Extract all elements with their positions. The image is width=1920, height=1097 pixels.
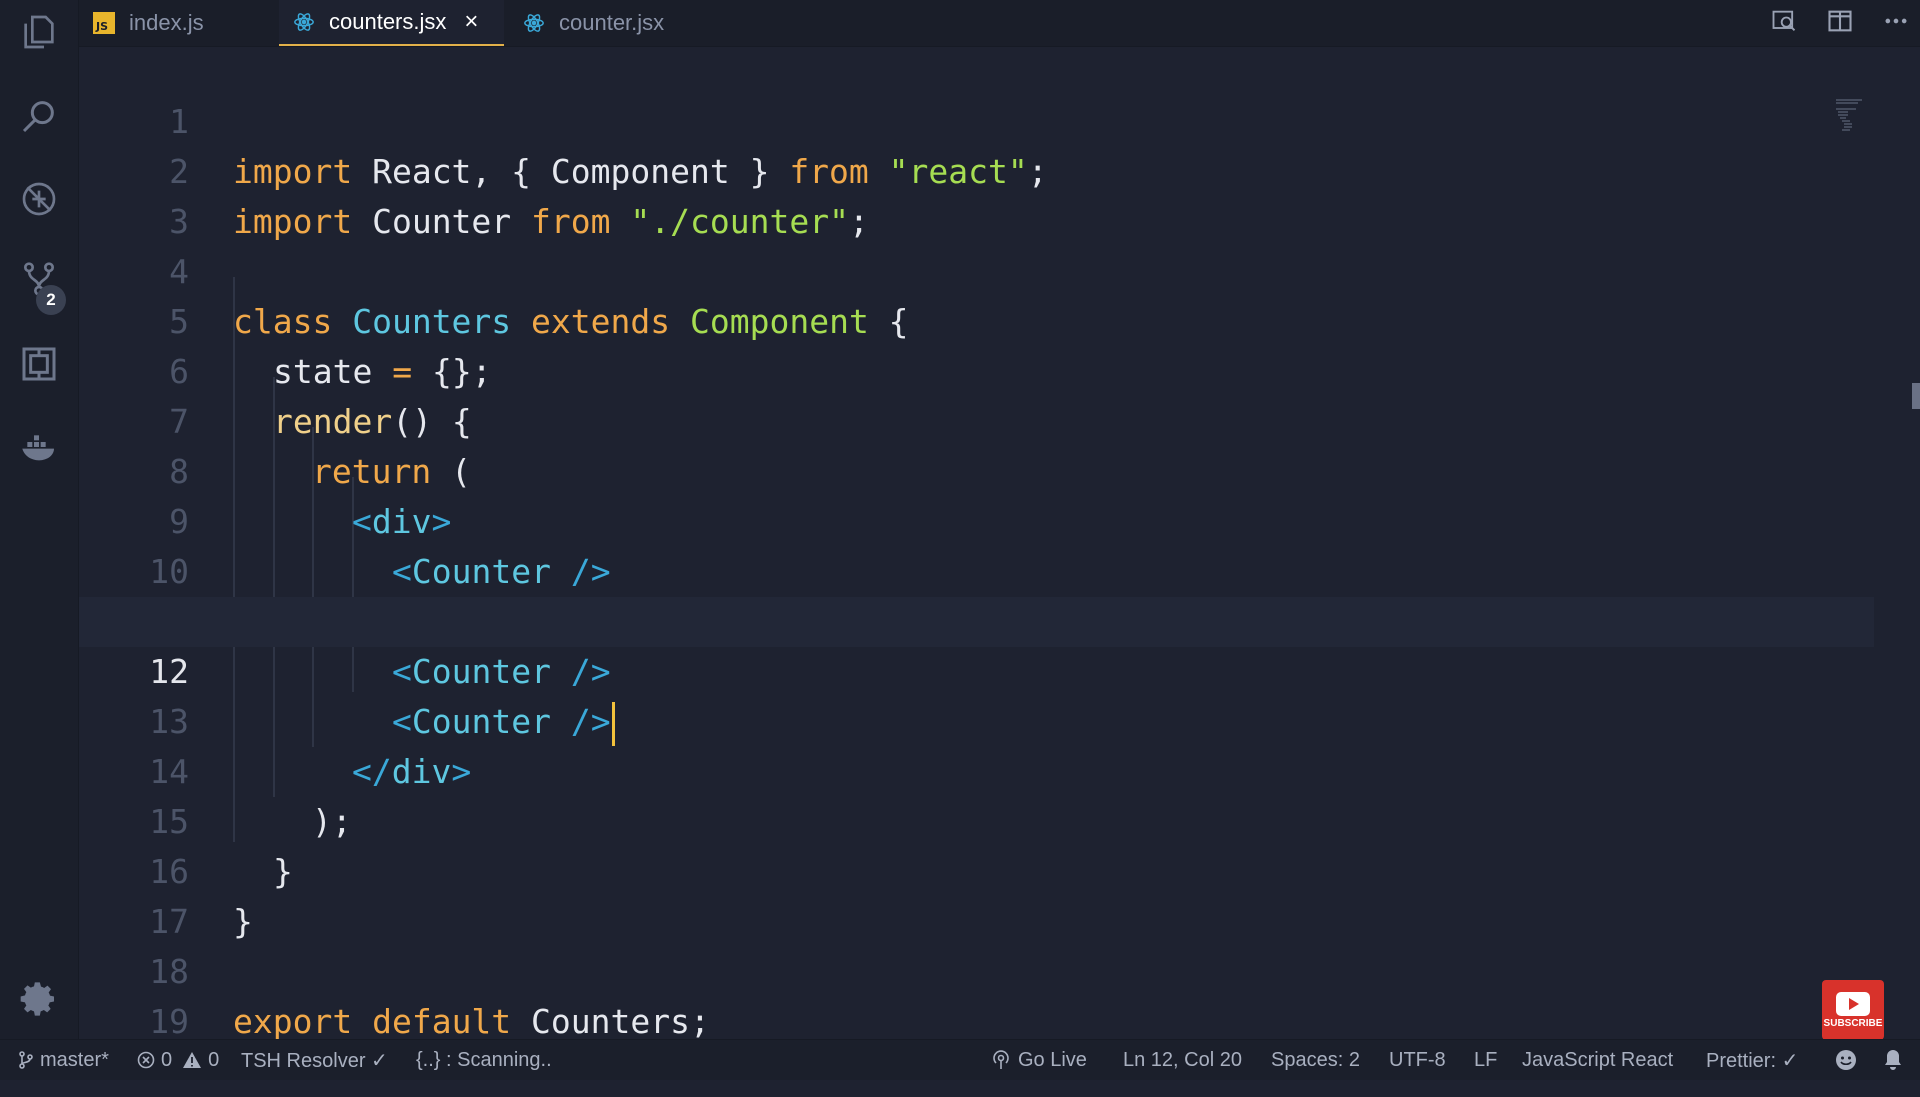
- status-bar: master* 0 0 TSH Resolver ✓ {..} : Scanni…: [0, 1039, 1920, 1080]
- search-icon[interactable]: [15, 92, 63, 140]
- tab-counters-jsx[interactable]: counters.jsx ×: [279, 0, 504, 46]
- feedback-smiley-icon[interactable]: [1834, 1040, 1864, 1080]
- subscribe-badge[interactable]: SUBSCRIBE: [1822, 980, 1884, 1040]
- indentation[interactable]: Spaces: 2: [1271, 1040, 1360, 1080]
- source-control-badge: 2: [36, 285, 66, 315]
- activity-bar: 2: [0, 0, 79, 1040]
- react-file-icon: [293, 11, 315, 33]
- tab-label: counters.jsx: [329, 9, 447, 34]
- open-preview-icon[interactable]: [1770, 7, 1798, 40]
- language-mode[interactable]: JavaScript React: [1522, 1040, 1673, 1080]
- prettier-status[interactable]: Prettier: ✓: [1706, 1040, 1798, 1080]
- current-line: 12 <Counter />: [79, 597, 1874, 746]
- code-line: 9 <Counter />: [79, 447, 1874, 591]
- more-actions-icon[interactable]: [1882, 7, 1910, 40]
- code-line: 10 <Counter />: [79, 497, 1874, 641]
- code-line: 15 }: [79, 747, 1874, 891]
- encoding[interactable]: UTF-8: [1389, 1040, 1446, 1080]
- code-line: 2 import Counter from "./counter";: [79, 97, 1874, 241]
- gear-icon[interactable]: [15, 975, 63, 1023]
- debug-icon[interactable]: [15, 175, 63, 223]
- tsh-resolver[interactable]: TSH Resolver ✓: [241, 1040, 388, 1080]
- broadcast-icon: [993, 1050, 1009, 1069]
- tab-index-js[interactable]: JS index.js: [79, 0, 279, 46]
- code-line: 11 <Counter />: [79, 547, 1874, 691]
- subscribe-label: SUBSCRIBE: [1823, 1017, 1883, 1029]
- code-line: 8 <div>: [79, 397, 1874, 541]
- code-editor[interactable]: 1 import React, { Component } from "reac…: [79, 47, 1920, 1041]
- branch-indicator[interactable]: master*: [18, 1040, 109, 1080]
- code-line: 3: [79, 147, 1874, 241]
- split-editor-icon[interactable]: [1826, 7, 1854, 40]
- problems-indicator[interactable]: 0 0: [137, 1040, 219, 1080]
- code-line: 16 }: [79, 797, 1874, 941]
- error-icon: [137, 1051, 155, 1069]
- tab-counter-jsx[interactable]: counter.jsx: [509, 0, 724, 46]
- js-file-icon: JS: [93, 12, 115, 34]
- cursor-position[interactable]: Ln 12, Col 20: [1123, 1040, 1242, 1080]
- extensions-icon[interactable]: [15, 340, 63, 388]
- files-icon[interactable]: [15, 8, 63, 56]
- minimap[interactable]: [1834, 97, 1874, 137]
- close-icon[interactable]: ×: [464, 8, 478, 36]
- code-line: 18 export default Counters;: [79, 897, 1874, 1041]
- tab-bar: JS index.js counters.jsx × counter.jsx: [79, 0, 1920, 47]
- code-line: 17: [79, 847, 1874, 941]
- go-live-button[interactable]: Go Live: [990, 1040, 1087, 1080]
- react-file-icon: [523, 12, 545, 34]
- play-icon: [1836, 991, 1870, 1016]
- line-ending[interactable]: LF: [1474, 1040, 1497, 1080]
- code-line: 4 class Counters extends Component {: [79, 197, 1874, 341]
- code-line: 19: [79, 947, 1874, 1041]
- code-line: 5 state = {};: [79, 247, 1874, 391]
- code-line: 7 return (: [79, 347, 1874, 491]
- warning-icon: [183, 1052, 202, 1068]
- code-line: 13 </div>: [79, 647, 1874, 791]
- docker-icon[interactable]: [15, 423, 63, 471]
- scanning-status: {..} : Scanning..: [416, 1048, 552, 1071]
- git-branch-icon: [19, 1051, 33, 1069]
- code-line: 1 import React, { Component } from "reac…: [79, 47, 1874, 191]
- svg-text:JS: JS: [95, 20, 108, 33]
- code-line: 6 render() {: [79, 297, 1874, 441]
- scrollbar-thumb[interactable]: [1912, 383, 1920, 409]
- editor-actions: [1770, 0, 1910, 46]
- notifications-bell-icon[interactable]: [1882, 1040, 1910, 1080]
- tab-label: counter.jsx: [559, 10, 665, 35]
- tab-label: index.js: [129, 10, 204, 35]
- code-line: 14 );: [79, 697, 1874, 841]
